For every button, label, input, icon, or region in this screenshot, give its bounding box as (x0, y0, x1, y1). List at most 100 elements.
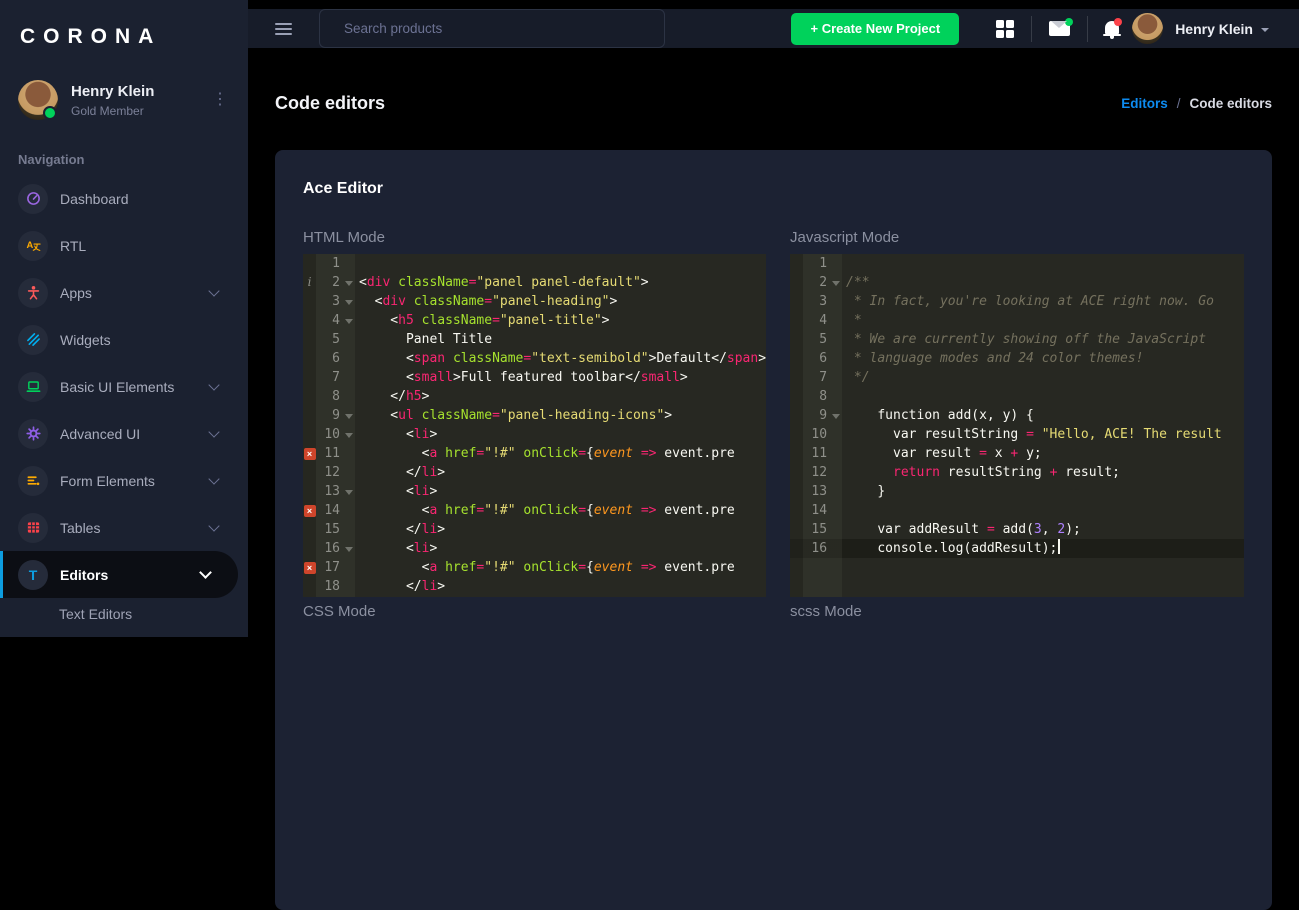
code-line-7: 7 */ (790, 368, 1244, 387)
menu-icon[interactable] (275, 20, 292, 38)
laptop-icon (18, 372, 48, 402)
sidebar-subitem-text-editors[interactable]: Text Editors (0, 598, 248, 630)
fold-cell[interactable] (342, 311, 355, 330)
code-token (846, 465, 893, 480)
fold-arrow-icon[interactable] (832, 281, 840, 286)
code-text: console.log(addResult); (842, 539, 1244, 558)
navbar-avatar[interactable] (1132, 13, 1163, 44)
create-new-project-button[interactable]: + Create New Project (791, 13, 959, 45)
gutter-cell: 12 (303, 463, 355, 482)
sidebar-item-editors[interactable]: TEditors (0, 551, 238, 598)
annotation-cell (790, 539, 803, 558)
code-token: small (641, 370, 680, 385)
fold-cell (829, 330, 842, 349)
code-token: > (429, 484, 437, 499)
fold-arrow-icon[interactable] (345, 281, 353, 286)
breadcrumb-link[interactable]: Editors (1121, 96, 1168, 111)
gutter-cell: 3 (790, 292, 842, 311)
code-token: * (846, 313, 862, 328)
profile-menu-icon[interactable]: ⋮ (206, 93, 234, 107)
gutter-cell: 9 (303, 406, 355, 425)
code-line-3: 3 <div className="panel-heading"> (303, 292, 766, 311)
fold-cell[interactable] (342, 425, 355, 444)
fold-arrow-icon[interactable] (345, 433, 353, 438)
sidebar-profile[interactable]: Henry Klein Gold Member ⋮ (0, 74, 248, 134)
annotation-cell (303, 539, 316, 558)
mail-icon[interactable] (1049, 21, 1070, 36)
fold-cell[interactable] (829, 273, 842, 292)
code-token: ul (398, 408, 414, 423)
gutter-cell: 16 (790, 539, 842, 558)
code-token: event.pre (656, 446, 734, 461)
sidebar-item-basic-ui-elements[interactable]: Basic UI Elements (0, 363, 248, 410)
fold-arrow-icon[interactable] (345, 490, 353, 495)
code-token: className (422, 313, 492, 328)
sidebar-item-widgets[interactable]: Widgets (0, 316, 248, 363)
grid-icon[interactable] (996, 20, 1014, 38)
breadcrumb-current: Code editors (1189, 96, 1272, 111)
user-dropdown[interactable]: Henry Klein (1175, 21, 1253, 37)
editor-column-javascript: Javascript Mode 12/**3 * In fact, you're… (790, 229, 1244, 620)
fold-arrow-icon[interactable] (345, 319, 353, 324)
bell-icon[interactable] (1105, 21, 1119, 34)
fold-cell[interactable] (342, 292, 355, 311)
annotation-cell (303, 292, 316, 311)
code-token: </ (359, 579, 422, 594)
ace-editor-html[interactable]: 1i2<div className="panel panel-default">… (303, 254, 766, 597)
sidebar-item-advanced-ui[interactable]: Advanced UI (0, 410, 248, 457)
annotation-cell (303, 482, 316, 501)
fold-arrow-icon[interactable] (345, 414, 353, 419)
sidebar-item-form-elements[interactable]: Form Elements (0, 457, 248, 504)
fold-cell[interactable] (342, 406, 355, 425)
gutter-cell: 9 (790, 406, 842, 425)
sidebar-item-dashboard[interactable]: Dashboard (0, 175, 248, 222)
fold-cell[interactable] (342, 482, 355, 501)
chevron-down-icon (208, 285, 219, 296)
code-line-5: 5 Panel Title (303, 330, 766, 349)
code-text: function add(x, y) { (842, 406, 1244, 425)
sidebar-item-label: Basic UI Elements (60, 379, 210, 395)
ace-editor-javascript[interactable]: 12/**3 * In fact, you're looking at ACE … (790, 254, 1244, 597)
code-token: < (359, 370, 414, 385)
code-token: >Default</ (649, 351, 727, 366)
sidebar-item-label: Advanced UI (60, 426, 210, 442)
chevron-down-icon (199, 566, 212, 579)
gutter-cell: ×11 (303, 444, 355, 463)
fold-cell[interactable] (342, 273, 355, 292)
ace-editor-card: Ace Editor HTML Mode 1i2<div className="… (275, 150, 1272, 910)
code-token: add( (995, 522, 1034, 537)
fold-cell (342, 368, 355, 387)
chevron-down-icon (208, 520, 219, 531)
code-token: } (846, 484, 885, 499)
code-token: > (602, 313, 610, 328)
brand-logo[interactable]: CORONA (0, 0, 248, 74)
fold-cell[interactable] (342, 539, 355, 558)
line-number: 5 (803, 330, 829, 349)
fold-cell[interactable] (829, 406, 842, 425)
line-number: 7 (803, 368, 829, 387)
fold-arrow-icon[interactable] (345, 300, 353, 305)
code-token: y; (1018, 446, 1041, 461)
fold-arrow-icon[interactable] (832, 414, 840, 419)
code-text: /** (842, 273, 1244, 292)
annotation-cell (790, 406, 803, 425)
fold-cell (342, 330, 355, 349)
sidebar-item-rtl[interactable]: ARTL (0, 222, 248, 269)
line-number: 6 (316, 349, 342, 368)
sidebar-item-label: Editors (60, 567, 201, 583)
code-text: * We are currently showing off the JavaS… (842, 330, 1244, 349)
code-token: < (359, 503, 429, 518)
sidebar-item-tables[interactable]: Tables (0, 504, 248, 551)
code-text: <div className="panel panel-default"> (355, 273, 766, 292)
code-token: = (578, 560, 586, 575)
fold-cell (342, 463, 355, 482)
gutter-cell: 3 (303, 292, 355, 311)
line-number: 12 (316, 463, 342, 482)
search-input[interactable] (319, 9, 665, 48)
code-line-15: 15 </li> (303, 520, 766, 539)
fold-arrow-icon[interactable] (345, 547, 353, 552)
code-text: */ (842, 368, 1244, 387)
code-text: <div className="panel-heading"> (355, 292, 766, 311)
sidebar-item-apps[interactable]: Apps (0, 269, 248, 316)
code-line-2: 2/** (790, 273, 1244, 292)
